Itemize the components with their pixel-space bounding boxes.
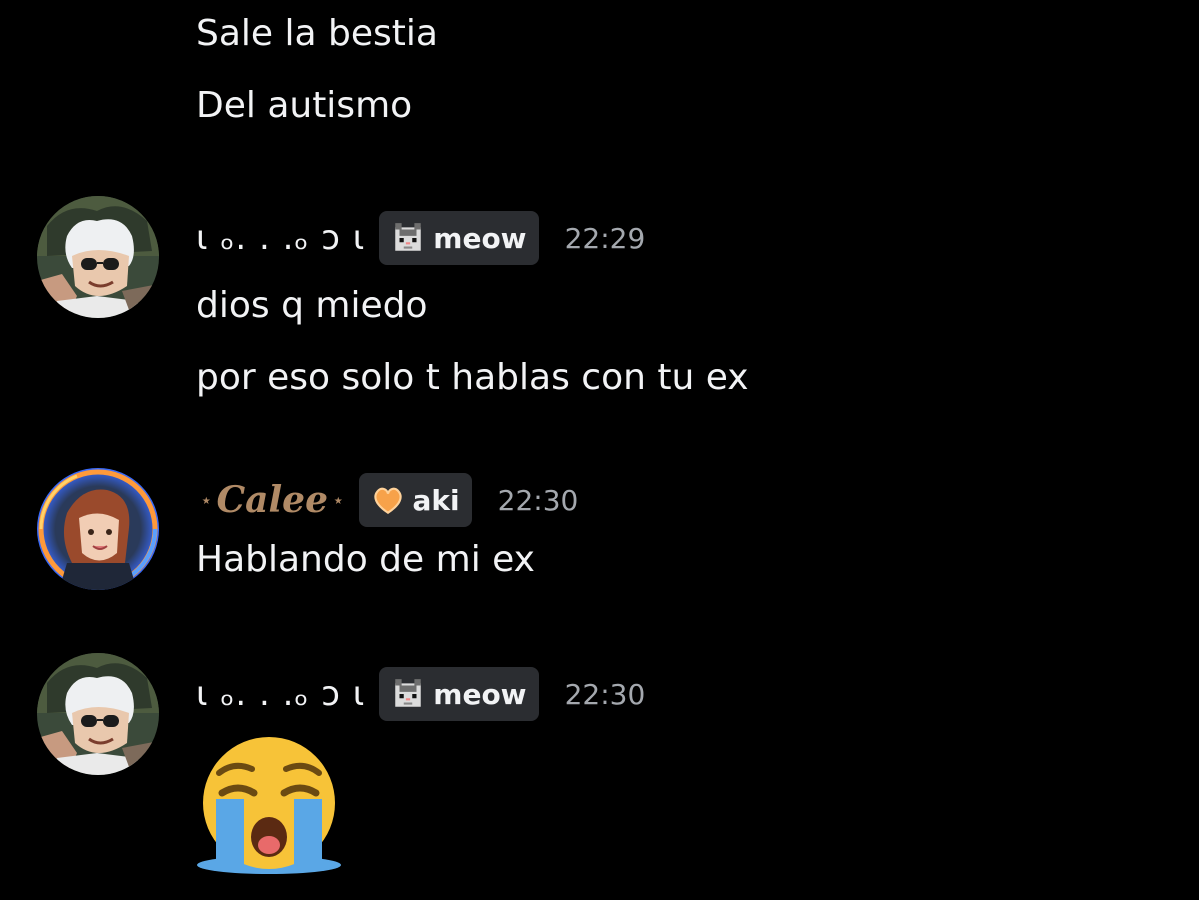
timestamp[interactable]: 22:30 xyxy=(498,484,579,517)
pixel-cat-icon xyxy=(391,221,426,255)
clan-tag[interactable]: meow xyxy=(379,667,539,721)
orange-heart-icon xyxy=(373,487,402,515)
loudly-crying-face-emoji[interactable] xyxy=(194,731,344,881)
clan-tag[interactable]: meow xyxy=(379,211,539,265)
timestamp[interactable]: 22:30 xyxy=(565,678,646,711)
clan-tag[interactable]: aki xyxy=(358,473,472,527)
username[interactable]: ɩ ₒ. . .ₒ ɔ ɩ xyxy=(196,218,365,258)
message-header: ⋆ Calee ⋆ aki 22:30 xyxy=(196,472,578,528)
username[interactable]: Calee xyxy=(217,479,328,521)
timestamp[interactable]: 22:29 xyxy=(565,222,646,255)
clan-tag-label: aki xyxy=(412,483,460,517)
star-decoration: ⋆ xyxy=(332,488,345,512)
message-header: ɩ ₒ. . .ₒ ɔ ɩ meow 22:29 xyxy=(196,210,645,266)
clan-tag-label: meow xyxy=(433,677,527,711)
clan-tag-label: meow xyxy=(433,221,527,255)
pixel-cat-icon xyxy=(391,677,426,711)
star-decoration: ⋆ xyxy=(200,488,213,512)
message-text: Sale la bestia xyxy=(196,13,438,54)
message-text: por eso solo t hablas con tu ex xyxy=(196,357,749,398)
message-text: Del autismo xyxy=(196,85,413,126)
message-header: ɩ ₒ. . .ₒ ɔ ɩ meow 22:30 xyxy=(196,666,645,722)
avatar[interactable] xyxy=(37,196,159,318)
avatar[interactable] xyxy=(37,468,159,590)
avatar[interactable] xyxy=(37,653,159,775)
username[interactable]: ɩ ₒ. . .ₒ ɔ ɩ xyxy=(196,674,365,714)
message-text: dios q miedo xyxy=(196,285,428,326)
chat-message-list: Sale la bestia Del autismo ɩ ₒ. . .ₒ ɔ ɩ xyxy=(0,0,1199,900)
message-text: Hablando de mi ex xyxy=(196,539,535,580)
